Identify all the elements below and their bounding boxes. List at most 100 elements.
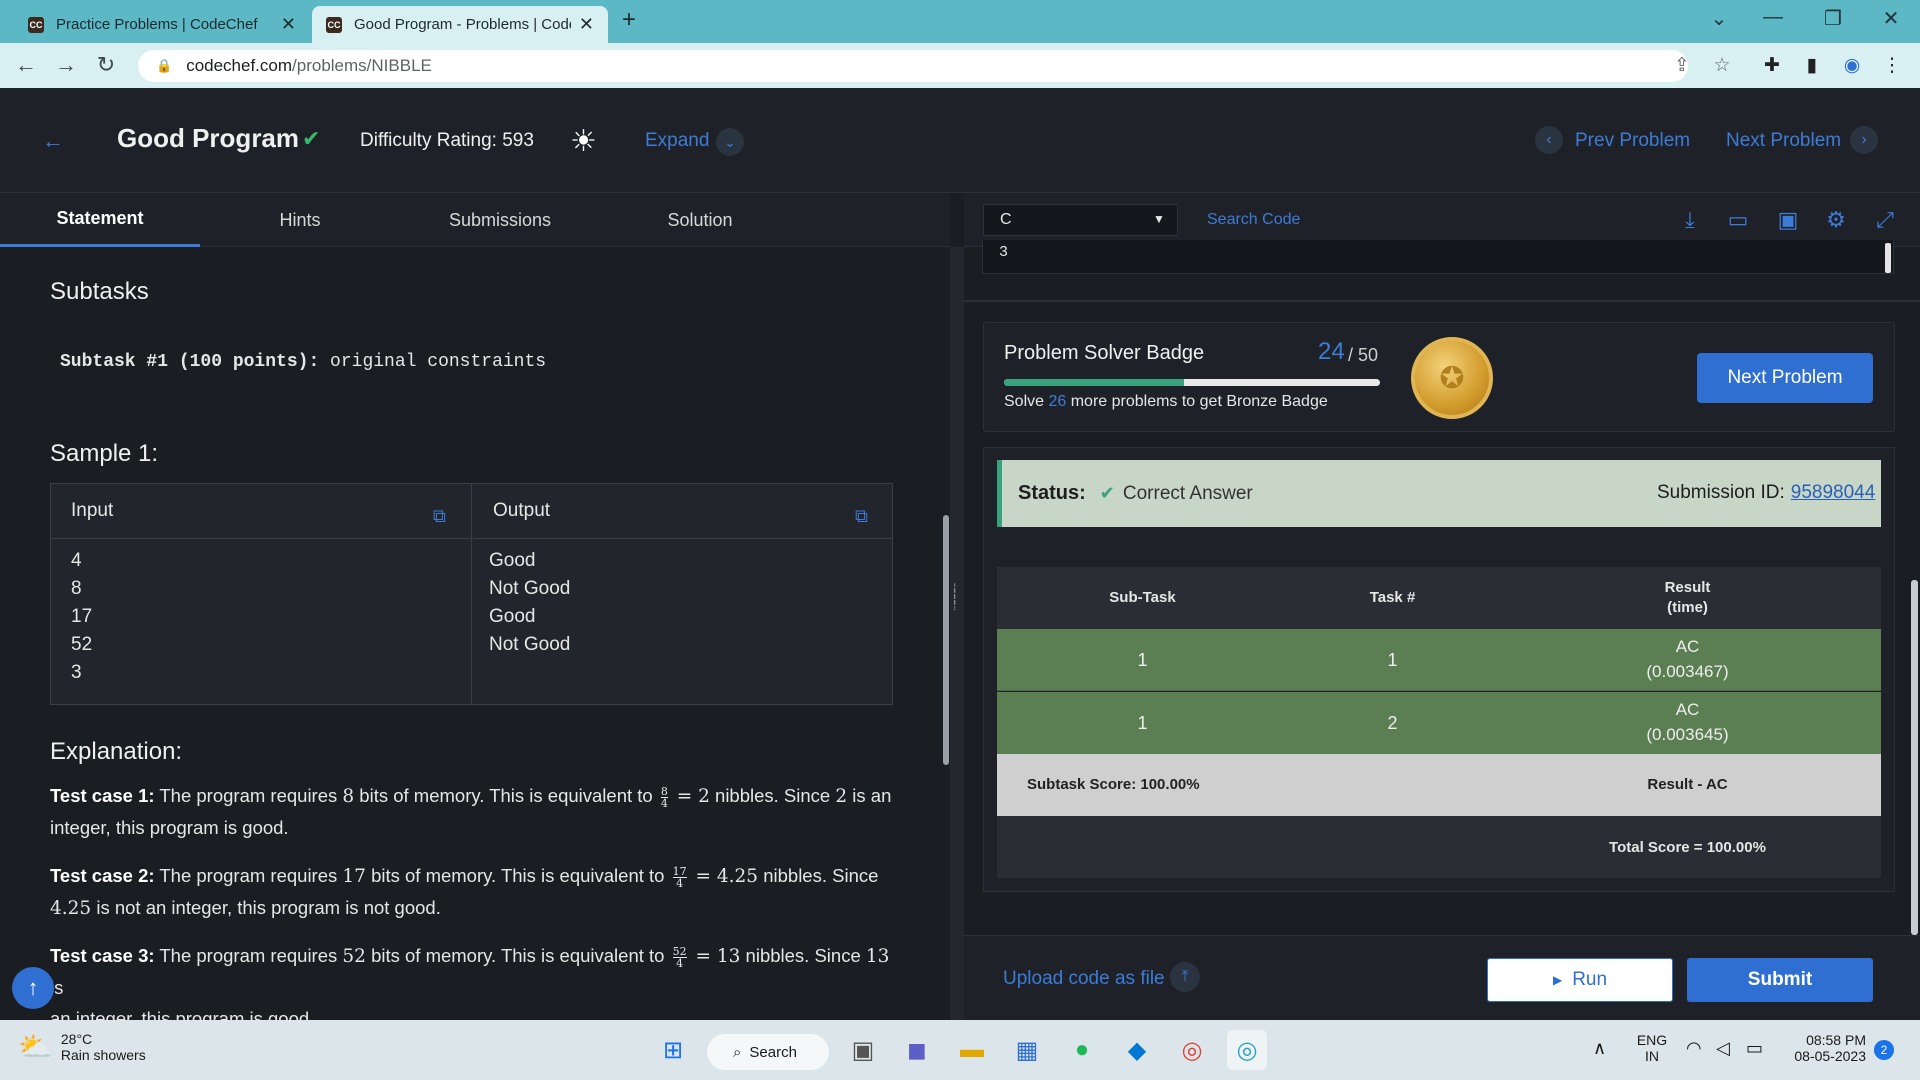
expand-button[interactable]: Expand <box>645 130 709 152</box>
chrome-icon[interactable]: ◎ <box>1172 1030 1212 1070</box>
teams-chat-icon[interactable]: ◼ <box>897 1030 937 1070</box>
chrome-profile-icon[interactable]: ◎ <box>1227 1030 1267 1070</box>
new-tab-button[interactable]: + <box>622 6 636 34</box>
spotify-icon[interactable]: ● <box>1062 1030 1102 1070</box>
taskbar-search[interactable]: ⌕ Search <box>707 1034 829 1070</box>
next-problem-button[interactable]: Next Problem <box>1697 353 1873 403</box>
case-result: 2 <box>698 786 710 807</box>
save-icon[interactable]: ▣ <box>1773 207 1803 233</box>
search-code-input[interactable]: Search Code <box>1207 211 1300 229</box>
windows-start-icon[interactable]: ⊞ <box>653 1030 693 1070</box>
download-icon[interactable]: ⤓ <box>1675 207 1705 233</box>
prev-problem-link[interactable]: Prev Problem <box>1575 130 1690 152</box>
bookmark-star-icon[interactable]: ☆ <box>1708 54 1736 77</box>
share-icon[interactable]: ⇪ <box>1668 54 1696 77</box>
clock[interactable]: 08:58 PM 08-05-2023 <box>1784 1032 1866 1064</box>
copy-icon[interactable]: ⧉ <box>855 506 868 527</box>
solved-check-icon: ✔ <box>302 126 321 151</box>
tab-solution[interactable]: Solution <box>600 193 800 247</box>
tab-submissions[interactable]: Submissions <box>400 193 600 247</box>
language-select[interactable]: C <box>983 204 1178 236</box>
explanation-heading: Explanation: <box>50 738 183 765</box>
back-arrow-icon[interactable]: ← <box>36 124 70 158</box>
input-scrollbar[interactable] <box>1885 243 1891 273</box>
submission-id-label: Submission ID: <box>1657 482 1785 503</box>
fullscreen-icon[interactable]: ⤢ <box>1870 207 1900 233</box>
vscode-icon[interactable]: ◆ <box>1117 1030 1157 1070</box>
forward-icon[interactable]: → <box>52 52 80 78</box>
task-view-icon[interactable]: ▣ <box>843 1030 883 1070</box>
wifi-icon[interactable]: ◠ <box>1686 1038 1702 1059</box>
volume-icon[interactable]: ◁ <box>1716 1038 1730 1059</box>
microsoft-store-icon[interactable]: ▦ <box>1007 1030 1047 1070</box>
restore-icon[interactable]: ❐ <box>1818 6 1848 31</box>
battery-icon[interactable]: ▭ <box>1746 1038 1763 1059</box>
settings-gear-icon[interactable]: ⚙ <box>1821 207 1851 233</box>
case-text: nibbles. Since <box>740 945 866 966</box>
row-task: 2 <box>1387 713 1398 733</box>
editor-scrollbar[interactable] <box>1911 580 1918 935</box>
input-line: 4 <box>71 550 82 571</box>
upload-code-link[interactable]: Upload code as file <box>1003 968 1165 990</box>
close-tab-icon[interactable]: ✕ <box>281 14 296 35</box>
case-bits: 17 <box>342 866 366 887</box>
case-since: 13 <box>865 946 890 967</box>
tray-chevron-icon[interactable]: ∧ <box>1593 1038 1606 1059</box>
chevron-down-icon[interactable]: ⌄ <box>716 128 744 156</box>
tab-hints[interactable]: Hints <box>200 193 400 247</box>
fraction-den: 4 <box>676 956 684 970</box>
case-text: nibbles. Since <box>709 785 836 806</box>
reload-icon[interactable]: ↻ <box>92 52 120 78</box>
chevron-right-icon[interactable]: › <box>1850 126 1878 154</box>
output-line: Not Good <box>489 634 571 655</box>
drag-handle-icon[interactable]: ⁞ ⁞ ⁞ ⁞ <box>953 582 956 612</box>
upload-icon[interactable]: ⤒ <box>1170 962 1200 992</box>
extensions-icon[interactable]: ✚ <box>1758 54 1786 77</box>
weather-widget[interactable]: ⛅ 28°C Rain showers <box>18 1030 146 1063</box>
tab-title: Good Program - Problems | CodeChef <box>354 16 571 33</box>
sample-io-table: Input ⧉ 4 8 17 52 3 Output ⧉ Good Not Go… <box>50 483 893 705</box>
notification-badge[interactable]: 2 <box>1874 1040 1894 1060</box>
submit-button[interactable]: Submit <box>1687 958 1873 1002</box>
badge-progress-bar <box>1004 379 1380 386</box>
url-input[interactable]: 🔒 codechef.com/problems/NIBBLE <box>138 50 1688 82</box>
subtask-label: Subtask #1 (100 points): <box>60 352 320 372</box>
browser-tab-good-program[interactable]: CC Good Program - Problems | CodeChef ✕ <box>312 6 608 43</box>
statement-scrollbar[interactable] <box>943 515 949 765</box>
run-label: Run <box>1572 969 1608 990</box>
case-result: 4.25 <box>716 866 759 887</box>
case-since: 2 <box>835 786 848 807</box>
tab-search-icon[interactable]: ⌄ <box>1704 6 1734 31</box>
comment-icon[interactable]: ▭ <box>1723 207 1753 233</box>
next-problem-link[interactable]: Next Problem <box>1726 130 1841 152</box>
back-icon[interactable]: ← <box>12 52 40 78</box>
pane-divider[interactable] <box>950 247 964 1020</box>
side-panel-icon[interactable]: ▮ <box>1798 54 1826 77</box>
browser-tab-practice[interactable]: CC Practice Problems | CodeChef ✕ <box>14 6 310 43</box>
file-explorer-icon[interactable]: ▬ <box>952 1030 992 1070</box>
header-subtask: Sub-Task <box>1109 589 1176 606</box>
theme-toggle-sun-icon[interactable]: ☀ <box>570 124 597 159</box>
close-tab-icon[interactable]: ✕ <box>579 14 594 35</box>
subtask-result: Result - AC <box>1647 776 1728 793</box>
case-since: 4.25 <box>50 898 92 919</box>
submission-id-link[interactable]: 95898044 <box>1791 482 1876 503</box>
case-bits: 52 <box>342 946 366 967</box>
scroll-to-top-button[interactable]: ↑ <box>12 967 54 1009</box>
close-window-icon[interactable]: ✕ <box>1876 6 1906 31</box>
tab-statement[interactable]: Statement <box>0 193 200 247</box>
input-line: 8 <box>71 578 82 599</box>
subtasks-heading: Subtasks <box>50 278 149 305</box>
chevron-left-icon[interactable]: ‹ <box>1535 126 1563 154</box>
run-button[interactable]: ▶ Run <box>1487 958 1673 1002</box>
browser-menu-icon[interactable]: ⋮ <box>1878 54 1906 77</box>
profile-avatar-icon[interactable]: ◉ <box>1838 54 1866 77</box>
input-language[interactable]: ENG IN <box>1635 1032 1669 1064</box>
copy-icon[interactable]: ⧉ <box>433 506 446 527</box>
minimize-icon[interactable]: — <box>1758 6 1788 29</box>
subtask-score: Subtask Score: 100.00% <box>1027 776 1200 793</box>
case-text: The program requires <box>154 865 343 886</box>
row-time: (0.003645) <box>1646 725 1729 744</box>
custom-input-box[interactable]: 3 <box>982 240 1894 274</box>
caret-down-icon[interactable]: ▼ <box>1153 212 1165 226</box>
